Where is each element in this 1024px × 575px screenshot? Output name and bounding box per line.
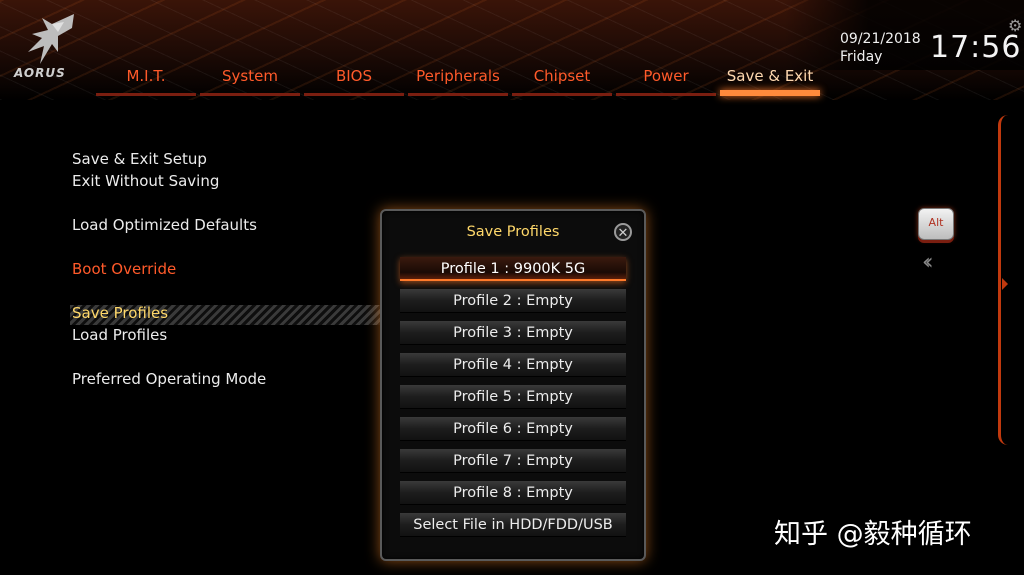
profile-3-button[interactable]: Profile 3 : Empty [400, 321, 626, 345]
double-chevron-left-icon[interactable]: ‹‹ [922, 250, 933, 275]
save-profiles-dialog: Save Profiles ✕ Profile 1 : 9900K 5G Pro… [380, 209, 646, 561]
date-text: 09/21/2018 [840, 31, 921, 47]
profile-7-button[interactable]: Profile 7 : Empty [400, 449, 626, 473]
profile-list: Profile 1 : 9900K 5G Profile 2 : Empty P… [400, 257, 626, 545]
profile-5-button[interactable]: Profile 5 : Empty [400, 385, 626, 409]
tab-peripherals[interactable]: Peripherals [408, 62, 508, 98]
menu-item-save-profiles[interactable]: Save Profiles [72, 304, 168, 322]
day-text: Friday [840, 49, 883, 65]
tab-system[interactable]: System [200, 62, 300, 98]
profile-8-button[interactable]: Profile 8 : Empty [400, 481, 626, 505]
clock-display: 17:56 [930, 30, 1022, 65]
select-file-button[interactable]: Select File in HDD/FDD/USB [400, 513, 626, 537]
date-display: 09/21/2018 Friday [840, 30, 921, 66]
tab-mit[interactable]: M.I.T. [96, 62, 196, 98]
alt-key-icon[interactable]: Alt [918, 208, 954, 240]
side-arrow-icon[interactable] [1002, 278, 1008, 290]
menu-item-boot-override[interactable]: Boot Override [72, 260, 176, 278]
gear-icon[interactable]: ⚙ [1008, 16, 1022, 35]
tab-bios[interactable]: BIOS [304, 62, 404, 98]
main-tabs: M.I.T. System BIOS Peripherals Chipset P… [96, 62, 824, 98]
dialog-title: Save Profiles [466, 224, 560, 240]
profile-6-button[interactable]: Profile 6 : Empty [400, 417, 626, 441]
profile-4-button[interactable]: Profile 4 : Empty [400, 353, 626, 377]
close-icon[interactable]: ✕ [614, 223, 632, 241]
tab-power[interactable]: Power [616, 62, 716, 98]
watermark-text: 知乎 @毅种循环 [774, 519, 972, 550]
menu-item-exit-without-saving[interactable]: Exit Without Saving [72, 172, 219, 190]
menu-item-load-profiles[interactable]: Load Profiles [72, 326, 167, 344]
profile-2-button[interactable]: Profile 2 : Empty [400, 289, 626, 313]
menu-item-load-optimized-defaults[interactable]: Load Optimized Defaults [72, 216, 257, 234]
tab-chipset[interactable]: Chipset [512, 62, 612, 98]
profile-1-button[interactable]: Profile 1 : 9900K 5G [400, 257, 626, 281]
menu-item-save-exit-setup[interactable]: Save & Exit Setup [72, 150, 207, 168]
menu-item-preferred-operating-mode[interactable]: Preferred Operating Mode [72, 370, 266, 388]
header-bar: AORUS M.I.T. System BIOS Peripherals Chi… [0, 0, 1024, 100]
tab-save-exit[interactable]: Save & Exit [720, 62, 820, 98]
aorus-logo-text: AORUS [14, 66, 66, 80]
